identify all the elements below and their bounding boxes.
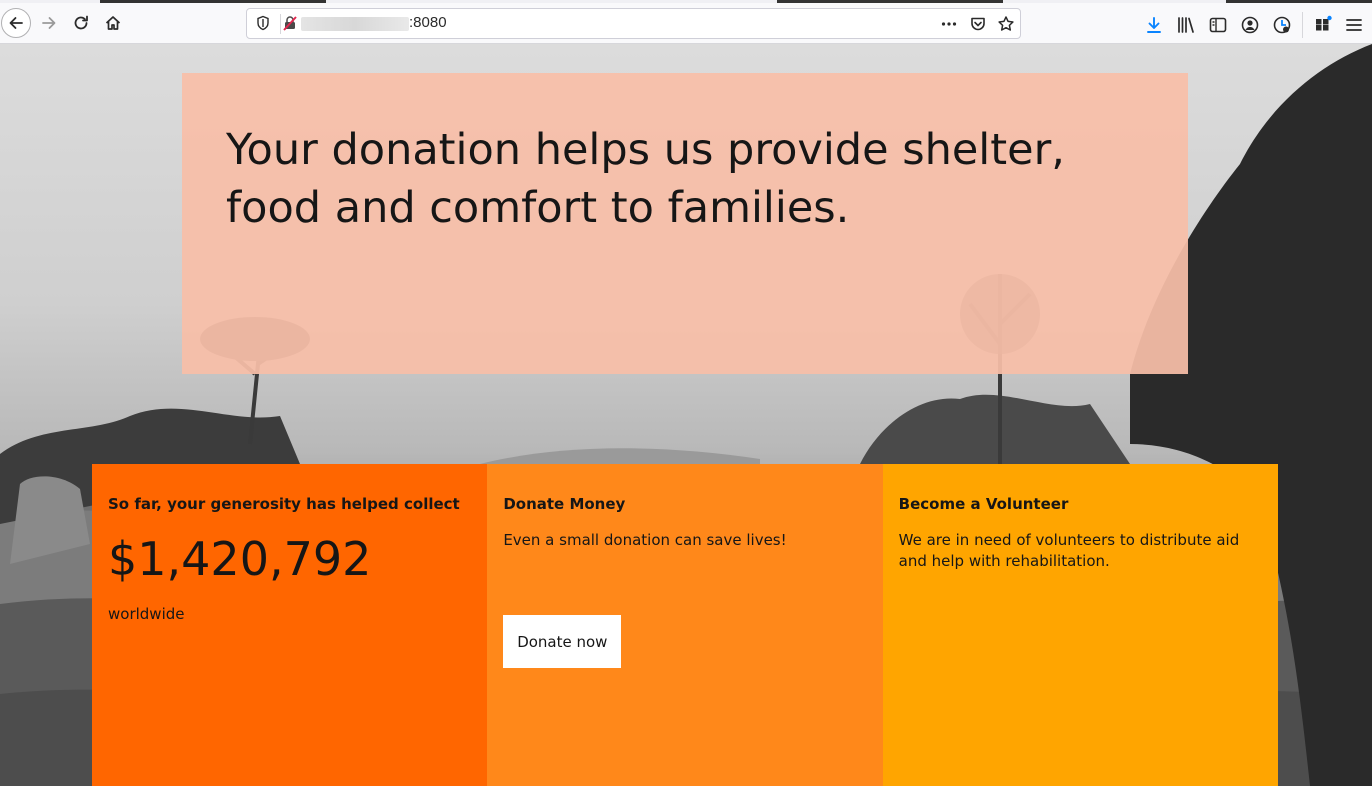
donate-card: Donate Money Even a small donation can s…: [487, 464, 883, 786]
donate-text: Even a small donation can save lives!: [503, 531, 787, 549]
back-button[interactable]: [1, 8, 31, 38]
volunteer-card: Become a Volunteer We are in need of vol…: [882, 464, 1278, 786]
url-text[interactable]: :8080: [409, 14, 447, 31]
star-icon[interactable]: [997, 15, 1015, 33]
reload-icon: [74, 15, 88, 30]
reload-button[interactable]: [66, 8, 96, 38]
library-icon[interactable]: [1176, 15, 1196, 35]
url-separator: [280, 14, 281, 34]
volunteer-title: Become a Volunteer: [898, 495, 1069, 513]
volunteer-text: We are in need of volunteers to distribu…: [898, 531, 1240, 570]
back-arrow-icon: [9, 17, 23, 29]
collected-title: So far, your generosity has helped colle…: [108, 495, 460, 513]
toolbar-separator: [1302, 12, 1303, 38]
collected-amount: $1,420,792: [108, 532, 372, 586]
url-redacted: [301, 17, 409, 31]
insecure-connection-icon[interactable]: [282, 15, 298, 31]
download-icon[interactable]: [1144, 15, 1164, 35]
hero-banner: Your donation helps us provide shelter, …: [182, 73, 1188, 374]
donate-title: Donate Money: [503, 495, 626, 513]
donate-now-button[interactable]: Donate now: [503, 615, 622, 668]
home-button[interactable]: [98, 8, 128, 38]
more-actions-icon[interactable]: [940, 15, 958, 33]
collected-card: So far, your generosity has helped colle…: [92, 464, 488, 786]
url-bar[interactable]: :8080: [246, 8, 1021, 39]
collected-footer: worldwide: [108, 605, 185, 623]
cards-row: So far, your generosity has helped colle…: [92, 464, 1278, 786]
addons-icon[interactable]: [1313, 15, 1333, 35]
account-icon[interactable]: [1240, 15, 1260, 35]
forward-arrow-icon: [42, 17, 56, 29]
shield-icon[interactable]: [255, 15, 271, 31]
sidebar-icon[interactable]: [1208, 15, 1228, 35]
browser-toolbar: :8080: [0, 3, 1372, 44]
hamburger-menu-icon[interactable]: [1344, 15, 1364, 35]
extension-icon[interactable]: [1272, 15, 1292, 35]
home-icon: [105, 16, 121, 30]
page-content: Your donation helps us provide shelter, …: [0, 44, 1372, 786]
hero-headline: Your donation helps us provide shelter, …: [226, 125, 1065, 233]
pocket-icon[interactable]: [969, 15, 987, 33]
forward-button[interactable]: [34, 8, 64, 38]
